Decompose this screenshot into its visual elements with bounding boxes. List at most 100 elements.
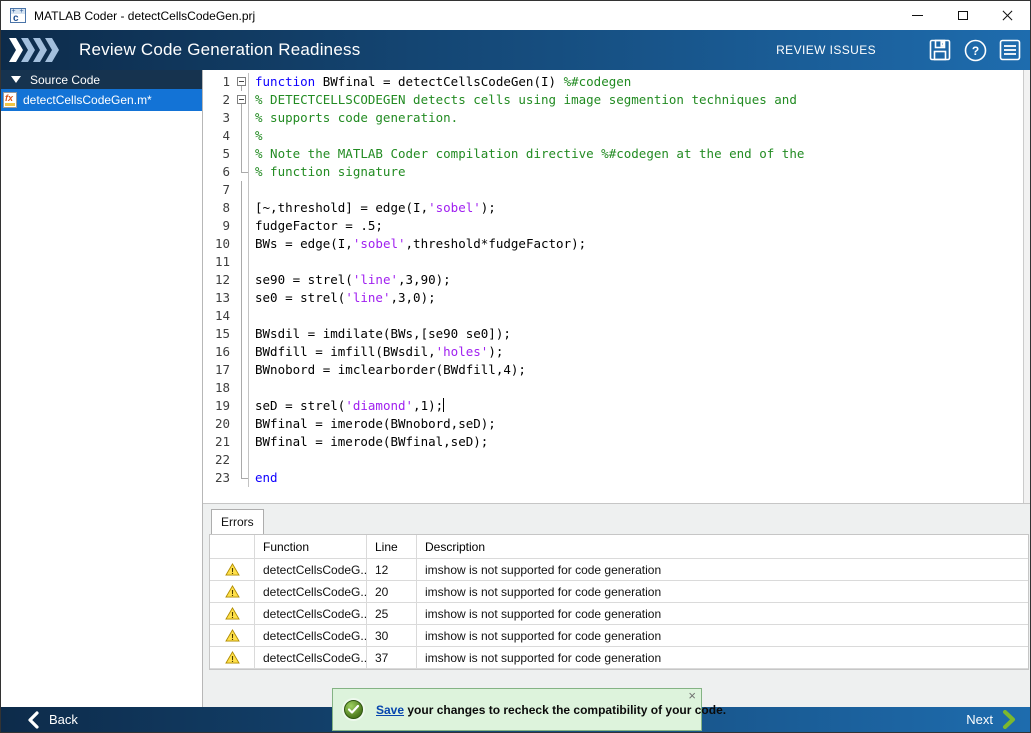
error-row-description[interactable]: imshow is not supported for code generat… <box>417 581 1028 603</box>
line-number: 9 <box>203 217 235 235</box>
code-line[interactable]: 22 <box>203 451 1022 469</box>
error-row-warning[interactable]: ! <box>210 647 255 669</box>
code-text <box>249 181 255 199</box>
next-button[interactable]: Next <box>966 710 1016 729</box>
svg-text:!: ! <box>231 588 234 598</box>
code-line[interactable]: 5% Note the MATLAB Coder compilation dir… <box>203 145 1022 163</box>
sidebar-item-source-file[interactable]: fx detectCellsCodeGen.m* <box>1 89 202 111</box>
code-line[interactable]: 14 <box>203 307 1022 325</box>
line-number: 18 <box>203 379 235 397</box>
back-label: Back <box>49 712 78 727</box>
line-number: 12 <box>203 271 235 289</box>
code-line[interactable]: 9fudgeFactor = .5; <box>203 217 1022 235</box>
code-line[interactable]: 18 <box>203 379 1022 397</box>
code-line[interactable]: 20BWfinal = imerode(BWnobord,seD); <box>203 415 1022 433</box>
matlab-file-icon: fx <box>3 92 17 108</box>
error-row-line[interactable]: 37 <box>367 647 417 669</box>
review-issues-button[interactable]: REVIEW ISSUES <box>776 43 876 57</box>
back-chevron-icon <box>27 711 40 729</box>
error-row-description[interactable]: imshow is not supported for code generat… <box>417 647 1028 669</box>
code-line[interactable]: 15BWsdil = imdilate(BWs,[se90 se0]); <box>203 325 1022 343</box>
line-number: 3 <box>203 109 235 127</box>
fold-marker <box>235 253 249 271</box>
tab-errors[interactable]: Errors <box>211 509 264 534</box>
code-text: seD = strel('diamond',1); <box>249 397 444 415</box>
code-text: BWs = edge(I,'sobel',threshold*fudgeFact… <box>249 235 586 253</box>
source-code-header[interactable]: Source Code <box>1 70 202 89</box>
fold-marker <box>235 469 249 487</box>
menu-button[interactable] <box>998 38 1022 62</box>
code-line[interactable]: 10 BWs = edge(I,'sobel',threshold*fudgeFa… <box>203 235 1022 253</box>
code-line[interactable]: 21BWfinal = imerode(BWfinal,seD); <box>203 433 1022 451</box>
line-number: 17 <box>203 361 235 379</box>
code-line[interactable]: 19seD = strel('diamond',1); <box>203 397 1022 415</box>
error-row-description[interactable]: imshow is not supported for code generat… <box>417 603 1028 625</box>
svg-text:!: ! <box>231 654 234 664</box>
text-cursor <box>443 398 444 412</box>
error-row-warning[interactable]: ! <box>210 625 255 647</box>
error-row-description[interactable]: imshow is not supported for code generat… <box>417 625 1028 647</box>
error-row-line[interactable]: 25 <box>367 603 417 625</box>
code-line[interactable]: 13se0 = strel('line',3,0); <box>203 289 1022 307</box>
code-line[interactable]: 23end <box>203 469 1022 487</box>
error-row-function[interactable]: detectCellsCodeG... <box>255 647 367 669</box>
error-row-warning[interactable]: ! <box>210 603 255 625</box>
save-link[interactable]: Save <box>376 703 404 717</box>
code-line[interactable]: 11 <box>203 253 1022 271</box>
column-header-line[interactable]: Line <box>367 535 417 559</box>
minimize-button[interactable] <box>895 1 940 30</box>
fold-marker <box>235 271 249 289</box>
line-number: 15 <box>203 325 235 343</box>
code-line[interactable]: 2% DETECTCELLSCODEGEN detects cells usin… <box>203 91 1022 109</box>
code-line[interactable]: 1function BWfinal = detectCellsCodeGen(I… <box>203 73 1022 91</box>
line-number: 10 <box>203 235 235 253</box>
code-text <box>249 451 255 469</box>
code-editor[interactable]: 1function BWfinal = detectCellsCodeGen(I… <box>203 70 1030 504</box>
next-label: Next <box>966 712 993 727</box>
code-line[interactable]: 3% supports code generation. <box>203 109 1022 127</box>
fold-marker <box>235 163 249 181</box>
code-line[interactable]: 17BWnobord = imclearborder(BWdfill,4); <box>203 361 1022 379</box>
code-text: [~,threshold] = edge(I,'sobel'); <box>249 199 496 217</box>
column-header-description[interactable]: Description <box>417 535 1028 559</box>
line-number: 5 <box>203 145 235 163</box>
error-row-function[interactable]: detectCellsCodeG... <box>255 559 367 581</box>
help-button[interactable]: ? <box>963 38 987 62</box>
maximize-icon <box>958 11 968 20</box>
fold-marker <box>235 397 249 415</box>
code-line[interactable]: 4% <box>203 127 1022 145</box>
line-number: 20 <box>203 415 235 433</box>
code-line[interactable]: 7 <box>203 181 1022 199</box>
error-row-line[interactable]: 20 <box>367 581 417 603</box>
editor-message-bar[interactable] <box>1023 70 1030 503</box>
error-row-description[interactable]: imshow is not supported for code generat… <box>417 559 1028 581</box>
code-text <box>249 253 255 271</box>
fold-marker <box>235 307 249 325</box>
line-number: 1 <box>203 73 235 91</box>
column-header-function[interactable]: Function <box>255 535 367 559</box>
fold-marker[interactable] <box>235 91 249 109</box>
error-row-function[interactable]: detectCellsCodeG... <box>255 625 367 647</box>
warning-icon: ! <box>225 651 240 664</box>
fold-marker <box>235 415 249 433</box>
column-header-icon[interactable] <box>210 535 255 559</box>
svg-text:!: ! <box>231 632 234 642</box>
code-lines: 1function BWfinal = detectCellsCodeGen(I… <box>203 73 1022 487</box>
error-row-function[interactable]: detectCellsCodeG... <box>255 581 367 603</box>
error-row-line[interactable]: 30 <box>367 625 417 647</box>
code-line[interactable]: 8[~,threshold] = edge(I,'sobel'); <box>203 199 1022 217</box>
fold-marker <box>235 451 249 469</box>
maximize-button[interactable] <box>940 1 985 30</box>
error-row-warning[interactable]: ! <box>210 581 255 603</box>
error-row-line[interactable]: 12 <box>367 559 417 581</box>
code-line[interactable]: 16BWdfill = imfill(BWsdil,'holes'); <box>203 343 1022 361</box>
error-row-warning[interactable]: ! <box>210 559 255 581</box>
code-line[interactable]: 12se90 = strel('line',3,90); <box>203 271 1022 289</box>
fold-marker[interactable] <box>235 73 249 91</box>
back-button[interactable]: Back <box>27 711 78 729</box>
close-button[interactable] <box>985 1 1030 30</box>
save-button[interactable] <box>928 38 952 62</box>
error-row-function[interactable]: detectCellsCodeG... <box>255 603 367 625</box>
code-line[interactable]: 6% function signature <box>203 163 1022 181</box>
notification-close-icon[interactable]: × <box>688 689 696 703</box>
